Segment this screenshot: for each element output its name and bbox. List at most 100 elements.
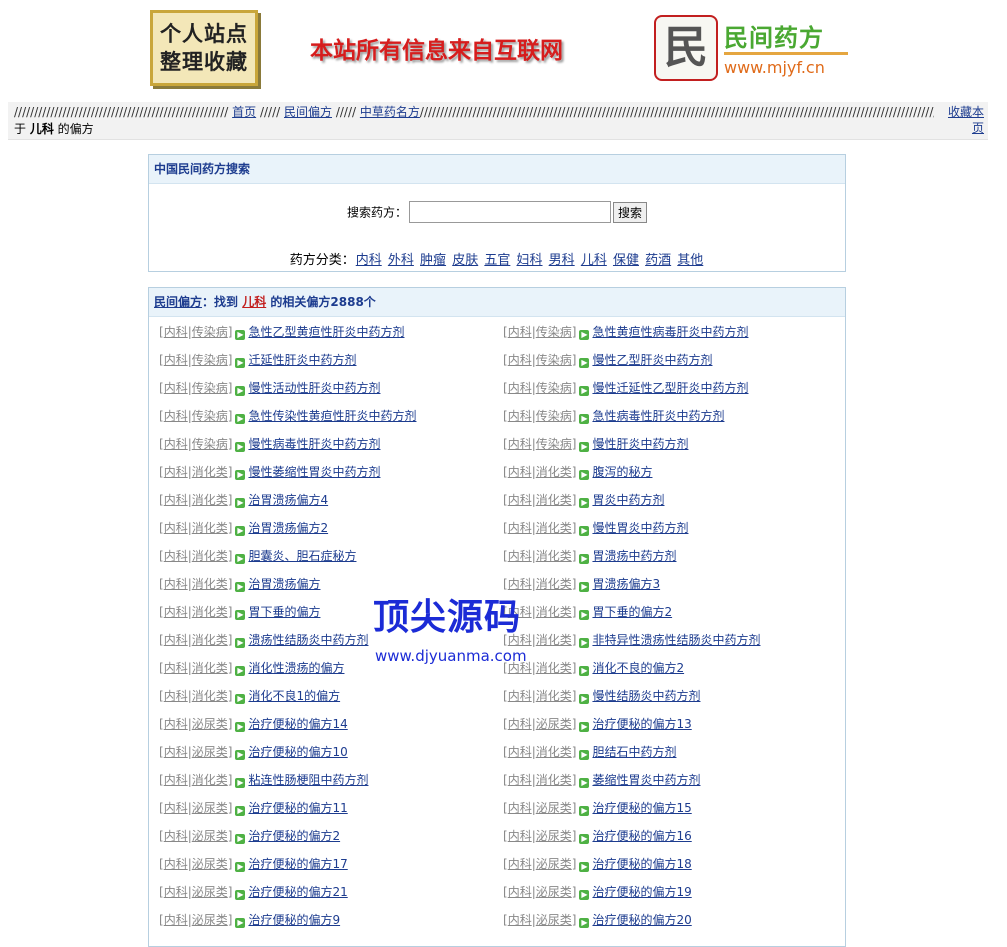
remedy-link[interactable]: 治疗便秘的偏方13 [592, 717, 691, 731]
remedy-link[interactable]: 治胃溃疡偏方4 [248, 493, 328, 507]
remedy-link[interactable]: 慢性结肠炎中药方剂 [592, 689, 700, 703]
remedy-link[interactable]: 治疗便秘的偏方16 [592, 829, 691, 843]
tag-sub-link[interactable]: 传染病 [192, 437, 228, 451]
remedy-link[interactable]: 慢性乙型肝炎中药方剂 [592, 353, 712, 367]
tag-dept-link[interactable]: 内科 [508, 521, 532, 535]
tag-sub-link[interactable]: 消化类 [192, 773, 228, 787]
tag-sub-link[interactable]: 泌尿类 [536, 913, 572, 927]
tag-dept-link[interactable]: 内科 [508, 381, 532, 395]
category-link[interactable]: 药酒 [645, 253, 671, 268]
category-link[interactable]: 儿科 [581, 253, 607, 268]
remedy-link[interactable]: 胃溃疡中药方剂 [592, 549, 676, 563]
tag-dept-link[interactable]: 内科 [164, 661, 188, 675]
tag-dept-link[interactable]: 内科 [508, 689, 532, 703]
remedy-link[interactable]: 治疗便秘的偏方20 [592, 913, 691, 927]
tag-sub-link[interactable]: 消化类 [536, 605, 572, 619]
tag-dept-link[interactable]: 内科 [508, 913, 532, 927]
tag-sub-link[interactable]: 泌尿类 [192, 857, 228, 871]
tag-sub-link[interactable]: 消化类 [192, 549, 228, 563]
tag-dept-link[interactable]: 内科 [164, 885, 188, 899]
tag-sub-link[interactable]: 泌尿类 [192, 913, 228, 927]
tag-dept-link[interactable]: 内科 [508, 465, 532, 479]
remedy-link[interactable]: 溃疡性结肠炎中药方剂 [248, 633, 368, 647]
remedy-link[interactable]: 治疗便秘的偏方15 [592, 801, 691, 815]
remedy-link[interactable]: 治疗便秘的偏方9 [248, 913, 340, 927]
remedy-link[interactable]: 萎缩性胃炎中药方剂 [592, 773, 700, 787]
remedy-link[interactable]: 胃下垂的偏方2 [592, 605, 672, 619]
tag-dept-link[interactable]: 内科 [164, 913, 188, 927]
tag-dept-link[interactable]: 内科 [508, 745, 532, 759]
tag-dept-link[interactable]: 内科 [164, 521, 188, 535]
tag-dept-link[interactable]: 内科 [164, 325, 188, 339]
remedy-link[interactable]: 治疗便秘的偏方14 [248, 717, 347, 731]
tag-sub-link[interactable]: 消化类 [192, 465, 228, 479]
category-link[interactable]: 内科 [356, 253, 382, 268]
tag-dept-link[interactable]: 内科 [508, 717, 532, 731]
remedy-link[interactable]: 治疗便秘的偏方10 [248, 745, 347, 759]
remedy-link[interactable]: 慢性病毒性肝炎中药方剂 [248, 437, 380, 451]
tag-dept-link[interactable]: 内科 [508, 577, 532, 591]
search-input[interactable] [409, 201, 611, 223]
remedy-link[interactable]: 胆结石中药方剂 [592, 745, 676, 759]
category-link[interactable]: 外科 [388, 253, 414, 268]
tag-dept-link[interactable]: 内科 [164, 549, 188, 563]
remedy-link[interactable]: 治疗便秘的偏方18 [592, 857, 691, 871]
tag-sub-link[interactable]: 泌尿类 [536, 829, 572, 843]
remedy-link[interactable]: 粘连性肠梗阻中药方剂 [248, 773, 368, 787]
tag-sub-link[interactable]: 泌尿类 [192, 717, 228, 731]
tag-sub-link[interactable]: 消化类 [536, 773, 572, 787]
remedy-link[interactable]: 急性传染性黄疸性肝炎中药方剂 [248, 409, 416, 423]
tag-sub-link[interactable]: 传染病 [536, 381, 572, 395]
tag-dept-link[interactable]: 内科 [508, 885, 532, 899]
category-link[interactable]: 肿瘤 [420, 253, 446, 268]
tag-dept-link[interactable]: 内科 [164, 465, 188, 479]
remedy-link[interactable]: 急性乙型黄疸性肝炎中药方剂 [248, 325, 404, 339]
remedy-link[interactable]: 消化不良1的偏方 [248, 689, 340, 703]
bookmark-link[interactable]: 收藏本页 [942, 104, 984, 136]
remedy-link[interactable]: 治胃溃疡偏方2 [248, 521, 328, 535]
tag-dept-link[interactable]: 内科 [164, 773, 188, 787]
remedy-link[interactable]: 消化不良的偏方2 [592, 661, 684, 675]
tag-dept-link[interactable]: 内科 [164, 717, 188, 731]
remedy-link[interactable]: 慢性肝炎中药方剂 [592, 437, 688, 451]
tag-sub-link[interactable]: 消化类 [192, 605, 228, 619]
remedy-link[interactable]: 慢性迁延性乙型肝炎中药方剂 [592, 381, 748, 395]
remedy-link[interactable]: 急性黄疸性病毒肝炎中药方剂 [592, 325, 748, 339]
category-link[interactable]: 妇科 [517, 253, 543, 268]
tag-dept-link[interactable]: 内科 [508, 773, 532, 787]
remedy-link[interactable]: 慢性萎缩性胃炎中药方剂 [248, 465, 380, 479]
tag-sub-link[interactable]: 泌尿类 [536, 857, 572, 871]
remedy-link[interactable]: 胃溃疡偏方3 [592, 577, 660, 591]
tag-dept-link[interactable]: 内科 [164, 493, 188, 507]
tag-sub-link[interactable]: 消化类 [536, 661, 572, 675]
remedy-link[interactable]: 治疗便秘的偏方17 [248, 857, 347, 871]
remedy-link[interactable]: 治疗便秘的偏方11 [248, 801, 347, 815]
tag-sub-link[interactable]: 传染病 [536, 353, 572, 367]
tag-sub-link[interactable]: 消化类 [192, 633, 228, 647]
tag-dept-link[interactable]: 内科 [508, 857, 532, 871]
tag-sub-link[interactable]: 消化类 [192, 661, 228, 675]
tag-sub-link[interactable]: 传染病 [192, 381, 228, 395]
remedy-link[interactable]: 治疗便秘的偏方19 [592, 885, 691, 899]
tag-sub-link[interactable]: 泌尿类 [192, 885, 228, 899]
tag-dept-link[interactable]: 内科 [508, 661, 532, 675]
remedy-link[interactable]: 慢性活动性肝炎中药方剂 [248, 381, 380, 395]
tag-sub-link[interactable]: 消化类 [536, 633, 572, 647]
breadcrumb-home-link[interactable]: 首页 [232, 105, 256, 119]
tag-sub-link[interactable]: 消化类 [536, 577, 572, 591]
tag-sub-link[interactable]: 消化类 [536, 493, 572, 507]
tag-sub-link[interactable]: 消化类 [192, 689, 228, 703]
tag-dept-link[interactable]: 内科 [164, 745, 188, 759]
category-link[interactable]: 保健 [613, 253, 639, 268]
tag-sub-link[interactable]: 泌尿类 [192, 745, 228, 759]
breadcrumb-herb-link[interactable]: 中草药名方 [360, 105, 420, 119]
tag-dept-link[interactable]: 内科 [164, 605, 188, 619]
tag-dept-link[interactable]: 内科 [508, 549, 532, 563]
tag-dept-link[interactable]: 内科 [164, 689, 188, 703]
category-link[interactable]: 五官 [484, 253, 510, 268]
tag-dept-link[interactable]: 内科 [508, 829, 532, 843]
tag-sub-link[interactable]: 泌尿类 [536, 801, 572, 815]
tag-dept-link[interactable]: 内科 [508, 493, 532, 507]
remedy-link[interactable]: 胃炎中药方剂 [592, 493, 664, 507]
tag-dept-link[interactable]: 内科 [164, 829, 188, 843]
